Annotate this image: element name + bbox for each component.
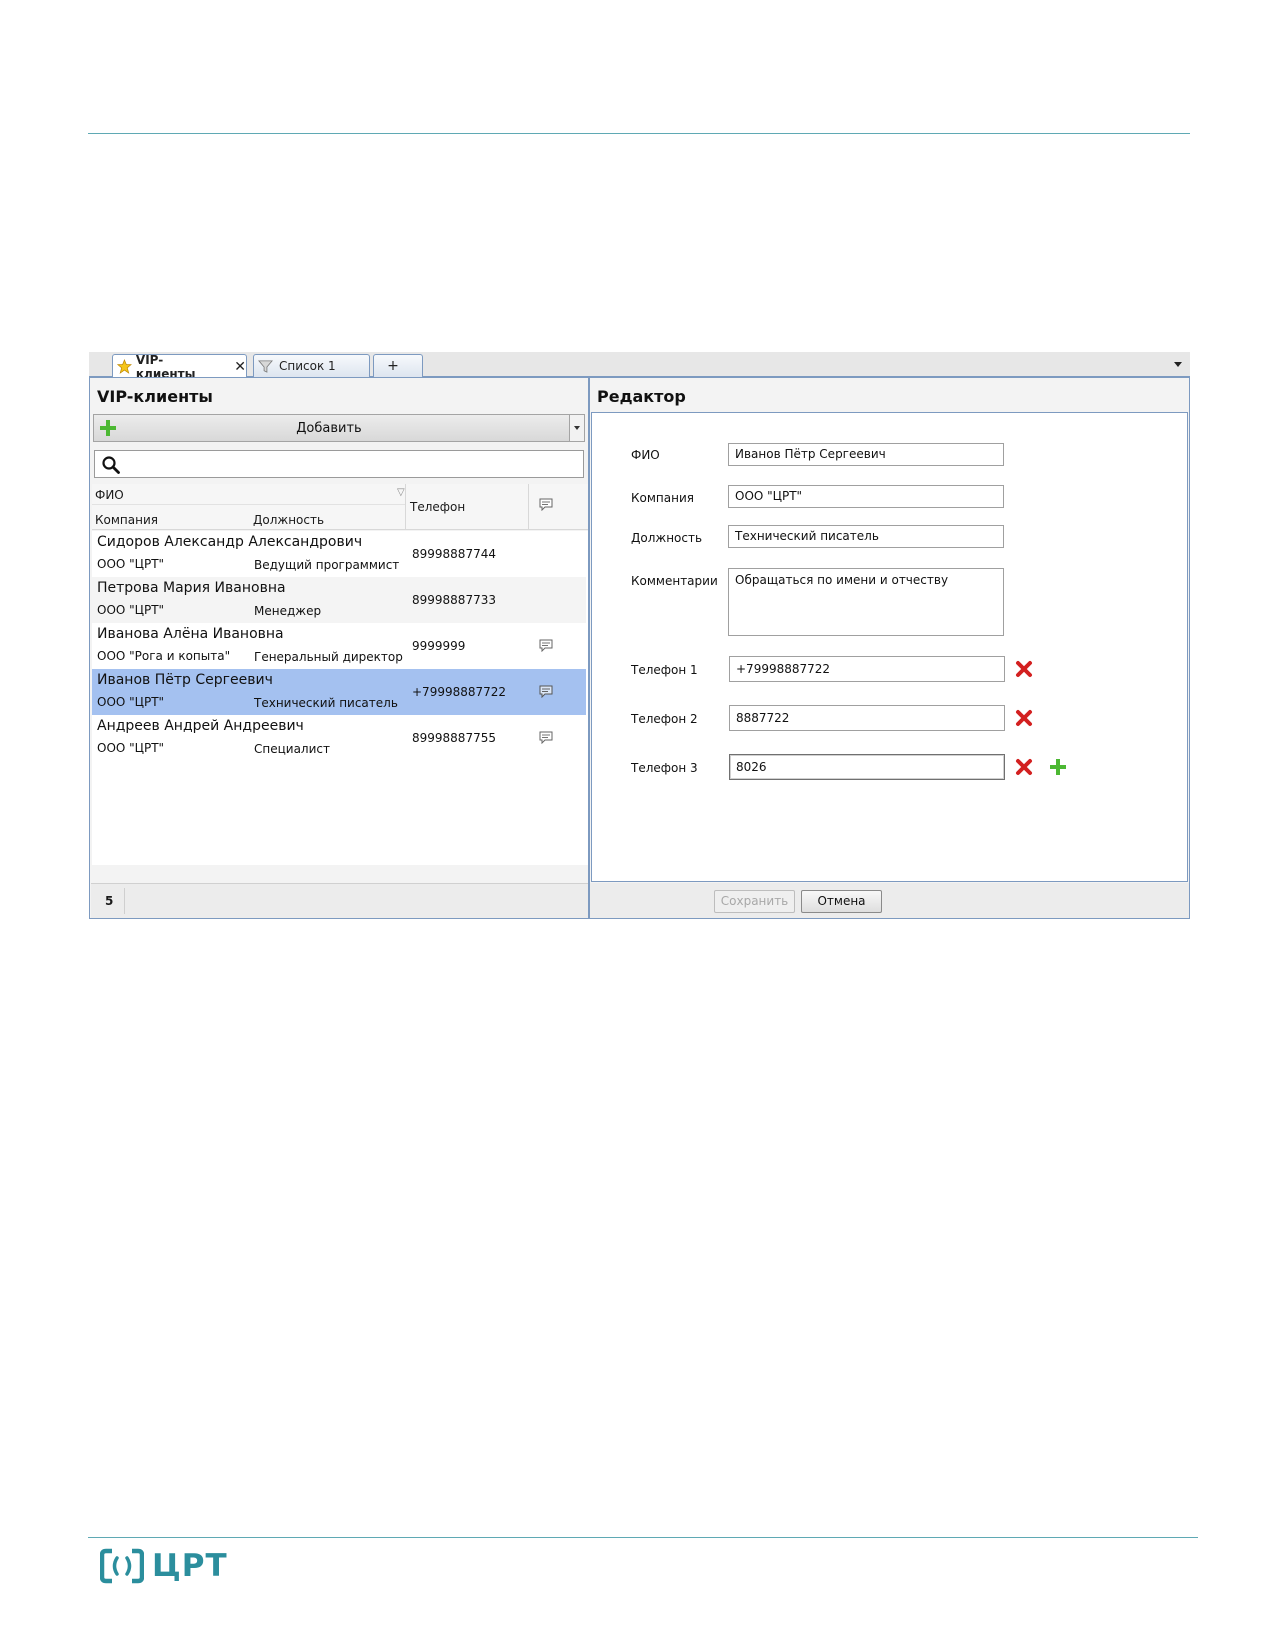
panel-title: VIP-клиенты	[97, 387, 213, 406]
comment-icon[interactable]	[539, 685, 553, 698]
row-position: Технический писатель	[254, 696, 398, 710]
add-tab-button[interactable]: +	[373, 354, 423, 377]
editor-form: ФИО Иванов Пётр Сергеевич Компания ООО "…	[591, 412, 1188, 882]
column-header-fio[interactable]: ФИО	[95, 488, 124, 502]
row-position: Ведущий программист	[254, 558, 400, 572]
delete-icon[interactable]	[1014, 659, 1034, 679]
tab-vip-clients[interactable]: VIP-клиенты ✕	[112, 353, 247, 381]
table-row-selected[interactable]: Иванов Пётр Сергеевич ООО "ЦРТ" Техничес…	[92, 669, 586, 715]
clients-list: Сидоров Александр Александрович ООО "ЦРТ…	[92, 531, 588, 865]
position-label: Должность	[631, 531, 703, 545]
brand-mark-icon	[100, 1548, 144, 1584]
panel-title: Редактор	[597, 387, 686, 406]
row-name: Петрова Мария Ивановна	[97, 580, 286, 596]
column-divider	[528, 484, 529, 530]
tab-label: Список 1	[279, 359, 336, 373]
cancel-button[interactable]: Отмена	[801, 890, 882, 913]
fio-label: ФИО	[631, 448, 660, 462]
record-count: 5	[105, 894, 114, 908]
chevron-down-icon[interactable]	[1174, 362, 1182, 367]
editor-panel: Редактор ФИО Иванов Пётр Сергеевич Компа…	[589, 377, 1190, 919]
add-button-label: Добавить	[296, 421, 362, 436]
comment-label: Комментарии	[631, 574, 718, 588]
tab-bar: VIP-клиенты ✕ Список 1 +	[89, 352, 1190, 381]
delete-icon[interactable]	[1014, 708, 1034, 728]
comment-icon	[539, 498, 553, 511]
add-dropdown-button[interactable]	[569, 415, 584, 441]
phone-1-field[interactable]: +79998887722	[729, 656, 1005, 682]
header-divider	[92, 504, 405, 505]
table-row[interactable]: Иванова Алёна Ивановна ООО "Рога и копыт…	[92, 623, 586, 669]
column-header-position[interactable]: Должность	[253, 513, 324, 527]
phone-2-label: Телефон 2	[631, 712, 698, 726]
sort-icon[interactable]: ▽	[397, 487, 405, 498]
row-name: Андреев Андрей Андреевич	[97, 718, 304, 734]
table-row[interactable]: Андреев Андрей Андреевич ООО "ЦРТ" Специ…	[92, 715, 586, 761]
row-company: ООО "ЦРТ"	[97, 603, 165, 617]
search-icon	[102, 456, 120, 474]
row-position: Генеральный директор	[254, 650, 403, 664]
comment-icon[interactable]	[539, 731, 553, 744]
list-header: ФИО ▽ Компания Должность Телефон	[92, 484, 588, 530]
column-header-company[interactable]: Компания	[95, 513, 158, 527]
clients-panel: VIP-клиенты Добавить ФИО ▽ Компания Долж…	[89, 377, 589, 919]
header-rule	[88, 133, 1190, 134]
phone-3-field[interactable]: 8026	[729, 754, 1005, 780]
row-company: ООО "ЦРТ"	[97, 557, 165, 571]
row-phone: 89998887755	[412, 731, 496, 745]
row-phone: 89998887733	[412, 593, 496, 607]
search-input[interactable]	[94, 450, 584, 478]
row-name: Сидоров Александр Александрович	[97, 534, 363, 550]
filter-icon	[258, 359, 273, 373]
phone-1-label: Телефон 1	[631, 663, 698, 677]
comment-field[interactable]: Обращаться по имени и отчеству	[728, 568, 1004, 636]
add-button[interactable]: Добавить	[93, 414, 585, 442]
company-field[interactable]: ООО "ЦРТ"	[728, 485, 1004, 508]
close-icon[interactable]: ✕	[234, 359, 246, 375]
status-divider	[124, 888, 125, 914]
app-window: VIP-клиенты ✕ Список 1 + VIP-клиенты Доб…	[89, 352, 1190, 919]
company-label: Компания	[631, 491, 694, 505]
row-position: Менеджер	[254, 604, 322, 618]
table-row[interactable]: Петрова Мария Ивановна ООО "ЦРТ" Менедже…	[92, 577, 586, 623]
row-company: ООО "ЦРТ"	[97, 741, 165, 755]
add-phone-icon[interactable]	[1048, 757, 1068, 777]
row-phone: 9999999	[412, 639, 466, 653]
fio-field[interactable]: Иванов Пётр Сергеевич	[728, 443, 1004, 466]
row-company: ООО "Рога и копыта"	[97, 649, 231, 663]
column-divider	[405, 484, 406, 530]
table-row[interactable]: Сидоров Александр Александрович ООО "ЦРТ…	[92, 531, 586, 577]
row-company: ООО "ЦРТ"	[97, 695, 165, 709]
row-name: Иванова Алёна Ивановна	[97, 626, 284, 642]
save-button[interactable]: Сохранить	[714, 890, 795, 913]
star-icon	[117, 359, 132, 374]
editor-footer: Сохранить Отмена	[590, 883, 1189, 918]
footer-rule	[88, 1537, 1198, 1538]
row-phone: +79998887722	[412, 685, 507, 699]
logo-text: ЦРТ	[152, 1548, 228, 1584]
delete-icon[interactable]	[1014, 757, 1034, 777]
company-logo: ЦРТ	[100, 1546, 228, 1586]
tab-list-1[interactable]: Список 1	[253, 354, 370, 377]
phone-2-field[interactable]: 8887722	[729, 705, 1005, 731]
row-name: Иванов Пётр Сергеевич	[97, 672, 273, 688]
row-phone: 89998887744	[412, 547, 496, 561]
phone-3-label: Телефон 3	[631, 761, 698, 775]
position-field[interactable]: Технический писатель	[728, 525, 1004, 548]
status-bar: 5	[91, 883, 588, 918]
row-position: Специалист	[254, 742, 330, 756]
column-header-phone[interactable]: Телефон	[410, 500, 465, 514]
comment-icon[interactable]	[539, 639, 553, 652]
